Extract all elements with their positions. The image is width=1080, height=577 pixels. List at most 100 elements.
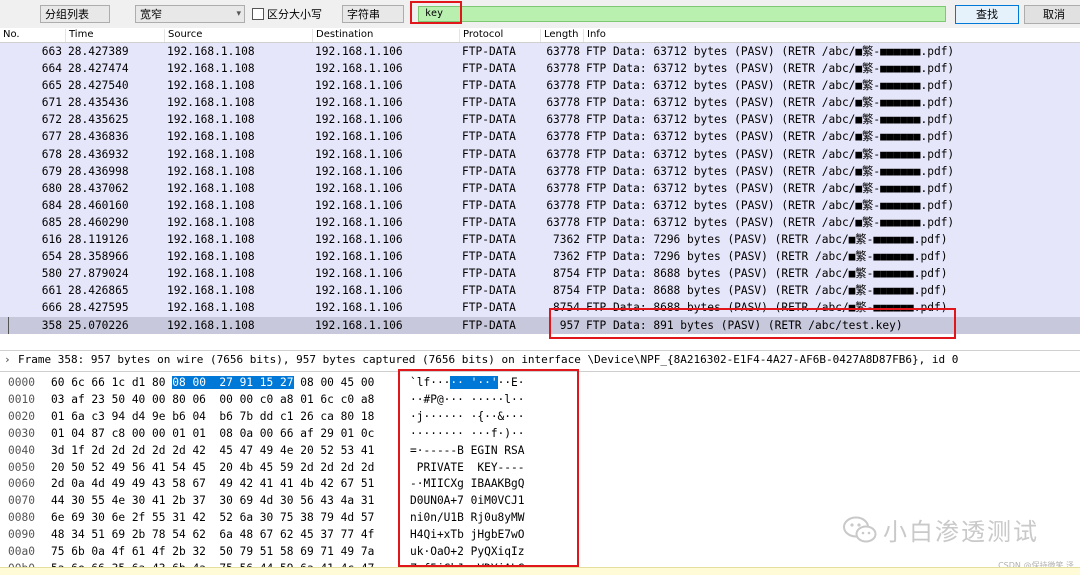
- packet-list: No. Time Source Destination Protocol Len…: [0, 28, 1080, 335]
- cell-proto: FTP-DATA: [462, 62, 516, 76]
- packet-row[interactable]: 654 28.358966 192.168.1.108 192.168.1.106 FT…: [0, 248, 1080, 266]
- byte-hex[interactable]: 75 6b 0a 4f 61 4f 2b 32 50 79 51 58 69 7…: [51, 543, 374, 560]
- cell-no: 661: [41, 284, 62, 298]
- case-sensitive-label: 区分大小写: [267, 8, 322, 21]
- col-no[interactable]: No.: [0, 29, 20, 42]
- byte-hex[interactable]: 03 af 23 50 40 00 80 06 00 00 c0 a8 01 6…: [51, 391, 374, 408]
- search-input[interactable]: key: [418, 6, 946, 22]
- cell-no: 616: [41, 233, 62, 247]
- charset-select[interactable]: 宽窄 ▾: [135, 5, 245, 23]
- cell-len: 63778: [546, 96, 580, 110]
- packet-row[interactable]: 663 28.427389 192.168.1.108 192.168.1.106 FT…: [0, 43, 1080, 61]
- packet-row[interactable]: 679 28.436998 192.168.1.108 192.168.1.106 FT…: [0, 162, 1080, 180]
- cell-info: FTP Data: 63712 bytes (PASV) (RETR /abc/…: [586, 96, 955, 110]
- cell-proto: FTP-DATA: [462, 147, 516, 161]
- byte-offset: 00a0: [8, 545, 35, 558]
- cell-len: 63778: [546, 113, 580, 127]
- frame-summary[interactable]: Frame 358: 957 bytes on wire (7656 bits)…: [18, 353, 958, 366]
- annotation-box-ascii: [398, 369, 579, 567]
- packet-row[interactable]: 671 28.435436 192.168.1.108 192.168.1.106 FT…: [0, 94, 1080, 112]
- packet-row[interactable]: 616 28.119126 192.168.1.108 192.168.1.106 FT…: [0, 231, 1080, 249]
- cell-src: 192.168.1.108: [167, 164, 255, 178]
- cell-info: FTP Data: 63712 bytes (PASV) (RETR /abc/…: [586, 147, 955, 161]
- cell-src: 192.168.1.108: [167, 250, 255, 264]
- cell-proto: FTP-DATA: [462, 164, 516, 178]
- cell-src: 192.168.1.108: [167, 113, 255, 127]
- cell-time: 28.460290: [68, 215, 129, 229]
- packet-row[interactable]: 677 28.436836 192.168.1.108 192.168.1.106 FT…: [0, 128, 1080, 146]
- cell-len: 63778: [546, 198, 580, 212]
- cell-dst: 192.168.1.106: [315, 62, 403, 76]
- cell-time: 28.427540: [68, 79, 129, 93]
- chevron-right-icon[interactable]: ›: [0, 351, 18, 369]
- cell-len: 7362: [553, 233, 580, 247]
- col-protocol[interactable]: Protocol: [459, 29, 503, 42]
- packet-row[interactable]: 664 28.427474 192.168.1.108 192.168.1.106 FT…: [0, 60, 1080, 78]
- checkbox-box[interactable]: [252, 8, 264, 20]
- cancel-button[interactable]: 取消: [1024, 5, 1080, 24]
- cell-info: FTP Data: 63712 bytes (PASV) (RETR /abc/…: [586, 215, 955, 229]
- find-button[interactable]: 查找: [955, 5, 1019, 24]
- cell-dst: 192.168.1.106: [315, 250, 403, 264]
- search-in-select[interactable]: 分组列表: [40, 5, 110, 23]
- byte-hex[interactable]: 20 50 52 49 56 41 54 45 20 4b 45 59 2d 2…: [51, 459, 374, 476]
- cell-no: 665: [41, 79, 62, 93]
- cell-len: 63778: [546, 62, 580, 76]
- col-length[interactable]: Length: [540, 29, 579, 42]
- byte-hex[interactable]: 60 6c 66 1c d1 80 08 00 27 91 15 27 08 0…: [51, 374, 374, 391]
- cell-src: 192.168.1.108: [167, 62, 255, 76]
- cell-dst: 192.168.1.106: [315, 113, 403, 127]
- watermark-text: 小白渗透测试: [883, 518, 1039, 546]
- search-type-select[interactable]: 字符串: [342, 5, 404, 23]
- cell-len: 63778: [546, 215, 580, 229]
- cell-len: 7362: [553, 250, 580, 264]
- col-time[interactable]: Time: [65, 29, 93, 42]
- packet-row[interactable]: 665 28.427540 192.168.1.108 192.168.1.106 FT…: [0, 77, 1080, 95]
- packet-row[interactable]: 680 28.437062 192.168.1.108 192.168.1.106 FT…: [0, 179, 1080, 197]
- cell-time: 28.436932: [68, 147, 129, 161]
- cell-dst: 192.168.1.106: [315, 318, 403, 332]
- packet-row[interactable]: 672 28.435625 192.168.1.108 192.168.1.106 FT…: [0, 111, 1080, 129]
- cell-proto: FTP-DATA: [462, 96, 516, 110]
- case-sensitive-checkbox[interactable]: 区分大小写: [252, 6, 322, 22]
- col-source[interactable]: Source: [164, 29, 202, 42]
- byte-hex[interactable]: 3d 1f 2d 2d 2d 2d 2d 42 45 47 49 4e 20 5…: [51, 442, 374, 459]
- cell-proto: FTP-DATA: [462, 284, 516, 298]
- byte-hex[interactable]: 6e 69 30 6e 2f 55 31 42 52 6a 30 75 38 7…: [51, 509, 374, 526]
- cell-proto: FTP-DATA: [462, 130, 516, 144]
- cell-no: 654: [41, 250, 62, 264]
- packet-details: › Frame 358: 957 bytes on wire (7656 bits…: [0, 350, 1080, 371]
- cell-proto: FTP-DATA: [462, 267, 516, 281]
- packet-row[interactable]: 678 28.436932 192.168.1.108 192.168.1.106 FT…: [0, 145, 1080, 163]
- hex-part: 08 00 45 00: [293, 376, 375, 389]
- cell-no: 678: [41, 147, 62, 161]
- col-info[interactable]: Info: [583, 29, 606, 42]
- byte-offset: 0010: [8, 392, 35, 406]
- search-type-value: 字符串: [347, 8, 380, 21]
- cell-dst: 192.168.1.106: [315, 96, 403, 110]
- packet-row[interactable]: 661 28.426865 192.168.1.108 192.168.1.106 FT…: [0, 282, 1080, 300]
- cell-dst: 192.168.1.106: [315, 130, 403, 144]
- byte-hex[interactable]: 2d 0a 4d 49 49 43 58 67 49 42 41 41 4b 4…: [51, 475, 374, 492]
- byte-hex[interactable]: 44 30 55 4e 30 41 2b 37 30 69 4d 30 56 4…: [51, 492, 374, 509]
- cell-info: FTP Data: 63712 bytes (PASV) (RETR /abc/…: [586, 62, 955, 76]
- cell-src: 192.168.1.108: [167, 45, 255, 58]
- cell-proto: FTP-DATA: [462, 113, 516, 127]
- cell-no: 664: [41, 62, 62, 76]
- cell-dst: 192.168.1.106: [315, 147, 403, 161]
- byte-offset: 0030: [8, 426, 35, 440]
- byte-offset: 0060: [8, 477, 35, 491]
- byte-hex[interactable]: 01 04 87 c8 00 00 01 01 08 0a 00 66 af 2…: [51, 425, 374, 442]
- col-destination[interactable]: Destination: [312, 29, 373, 42]
- cell-proto: FTP-DATA: [462, 250, 516, 264]
- packet-row[interactable]: 580 27.879024 192.168.1.108 192.168.1.106 FT…: [0, 265, 1080, 283]
- hex-part: 60 6c 66 1c d1 80: [51, 376, 173, 389]
- cell-time: 28.435436: [68, 96, 129, 110]
- chevron-down-icon: ▾: [236, 9, 241, 19]
- byte-offset: 0090: [8, 528, 35, 542]
- packet-row[interactable]: 684 28.460160 192.168.1.108 192.168.1.106 FT…: [0, 196, 1080, 214]
- byte-offset: 0050: [8, 460, 35, 474]
- byte-hex[interactable]: 01 6a c3 94 d4 9e b6 04 b6 7b dd c1 26 c…: [51, 408, 374, 425]
- packet-row[interactable]: 685 28.460290 192.168.1.108 192.168.1.106 FT…: [0, 213, 1080, 232]
- byte-hex[interactable]: 48 34 51 69 2b 78 54 62 6a 48 67 62 45 3…: [51, 526, 374, 543]
